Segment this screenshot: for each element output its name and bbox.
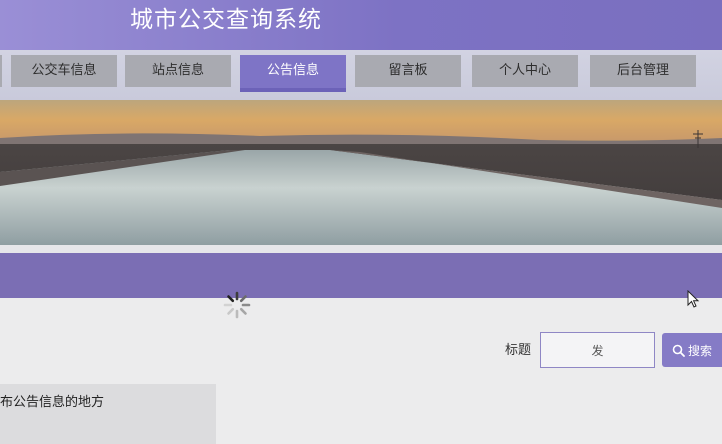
announcement-text: 布公告信息的地方 [0,395,105,410]
banner-landscape [0,100,722,245]
site-title: 城市公交查询系统 [130,7,322,33]
color-band [0,253,722,298]
search-icon [672,344,685,357]
nav-item-bus-info[interactable]: 公交车信息 [11,55,117,87]
mouse-pointer-icon [687,290,700,308]
search-button[interactable]: 搜索 [662,333,722,367]
nav-item-personal-center[interactable]: 个人中心 [472,55,578,87]
loading-spinner-icon [223,291,251,319]
banner-divider [0,245,722,253]
title-filter-label: 标题 [505,343,532,358]
site-header: 城市公交查询系统 [0,0,722,50]
nav-item-admin[interactable]: 后台管理 [590,55,696,87]
nav-item-station-info[interactable]: 站点信息 [125,55,231,87]
search-button-label: 搜索 [687,343,712,358]
title-search-input[interactable] [540,332,655,368]
main-nav: 公交车信息 站点信息 公告信息 留言板 个人中心 后台管理 [0,50,722,100]
nav-item-partial[interactable] [0,55,2,87]
banner-image [0,100,722,245]
nav-item-message-board[interactable]: 留言板 [355,55,461,87]
announcement-card[interactable]: 布公告信息的地方 [0,384,216,444]
nav-item-announcements[interactable]: 公告信息 [240,55,346,92]
